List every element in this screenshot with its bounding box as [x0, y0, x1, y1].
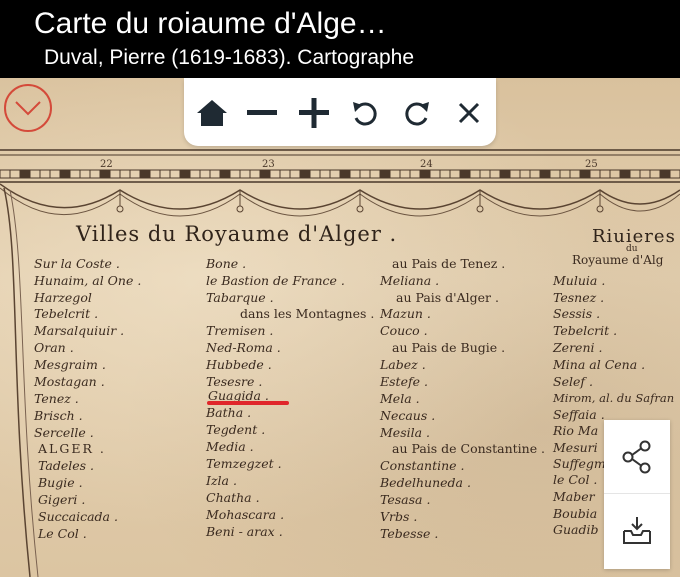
- list-item: Mazun .: [380, 306, 431, 321]
- search-match-underline: [207, 401, 289, 405]
- zoom-in-icon: [299, 98, 329, 128]
- share-button[interactable]: [604, 422, 670, 492]
- list-item: Le Col .: [38, 526, 87, 541]
- list-item: Mohascara .: [206, 507, 285, 522]
- list-item: Hubbede .: [206, 357, 272, 372]
- title-bar: Carte du roiaume d'Alge… Duval, Pierre (…: [0, 0, 680, 78]
- list-item: Estefe .: [380, 374, 428, 389]
- close-button[interactable]: [446, 90, 492, 136]
- list-item: Chatha .: [206, 490, 260, 505]
- list-item: Maber: [553, 489, 595, 504]
- scale-number: 24: [420, 159, 433, 170]
- list-item: Muluia .: [553, 273, 606, 288]
- list-item: Tadeles .: [38, 458, 94, 473]
- list-item: Marsalquiuir .: [34, 323, 125, 338]
- home-button[interactable]: [189, 90, 235, 136]
- list-item: au Pais de Tenez .: [392, 256, 506, 271]
- list-item: Necaus .: [380, 408, 436, 423]
- side-action-panel: [604, 420, 670, 569]
- list-item: Sur la Coste .: [34, 256, 120, 271]
- list-item: Meliana .: [380, 273, 440, 288]
- viewer-toolbar: [184, 78, 496, 146]
- list-item: au Pais de Bugie .: [392, 340, 506, 355]
- rotate-right-icon: [405, 102, 429, 126]
- document-title: Carte du roiaume d'Alge…: [34, 7, 387, 40]
- zoom-in-button[interactable]: [291, 90, 337, 136]
- list-item: Guadib: [553, 522, 599, 537]
- document-author: Duval, Pierre (1619-1683). Cartographe: [44, 46, 415, 69]
- list-item: Mela .: [380, 391, 420, 406]
- list-item: Tebesse .: [380, 526, 439, 541]
- list-item: Gigeri .: [38, 492, 86, 507]
- scale-number: 22: [100, 159, 113, 170]
- heading-villes: Villes du Royaume d'Alger .: [76, 222, 398, 246]
- list-item: Tegdent .: [206, 422, 266, 437]
- rotate-left-button[interactable]: [342, 90, 388, 136]
- list-item: Brisch .: [34, 408, 83, 423]
- list-item: ALGER .: [38, 441, 106, 456]
- list-item: Boubia: [553, 506, 598, 521]
- list-item: Oran .: [34, 340, 74, 355]
- collapse-header-button[interactable]: [4, 84, 52, 132]
- list-item: Constantine .: [380, 458, 465, 473]
- list-item: Tebelcrit .: [34, 306, 99, 321]
- list-item: Succaicada .: [38, 509, 118, 524]
- list-item: Beni - arax .: [206, 524, 283, 539]
- share-icon: [622, 440, 651, 474]
- list-item: dans les Montagnes .: [240, 306, 375, 321]
- list-item: Temzegzet .: [206, 456, 282, 471]
- list-item: au Pais de Constantine .: [392, 441, 546, 456]
- list-item: Zereni .: [553, 340, 603, 355]
- list-item: Tremisen .: [206, 323, 274, 338]
- list-item: Bone .: [206, 256, 247, 271]
- list-item: Mostagan .: [34, 374, 105, 389]
- list-item: Mirom, al. du Safran: [553, 391, 675, 405]
- list-item: Izla .: [206, 473, 237, 488]
- scale-number: 25: [585, 159, 598, 170]
- list-item: Tesnez .: [553, 290, 605, 305]
- side-panel-divider: [604, 493, 670, 494]
- list-item: Tesasa .: [380, 492, 431, 507]
- list-item: Ned-Roma .: [206, 340, 281, 355]
- download-icon: [623, 517, 651, 544]
- list-item: Media .: [206, 439, 254, 454]
- chevron-down-icon: [15, 101, 41, 116]
- zoom-out-button[interactable]: [239, 90, 285, 136]
- list-item: Selef .: [553, 374, 593, 389]
- scale-number: 23: [262, 159, 275, 170]
- list-item: Seffaia .: [553, 407, 605, 422]
- list-item: Hunaim, al One .: [34, 273, 142, 288]
- list-item: le Col .: [553, 472, 598, 487]
- download-button[interactable]: [604, 496, 670, 566]
- close-icon: [458, 102, 480, 124]
- list-item: le Bastion de France .: [206, 273, 345, 288]
- list-item: Sercelle .: [34, 425, 94, 440]
- list-item: Bedelhuneda .: [380, 475, 471, 490]
- list-item: Vrbs .: [380, 509, 418, 524]
- list-item: Bugie .: [38, 475, 83, 490]
- home-icon: [197, 100, 227, 126]
- list-item: Tenez .: [34, 391, 79, 406]
- list-item: Mesuri: [553, 440, 598, 455]
- list-item: Sessis .: [553, 306, 601, 321]
- list-item: Tabarque .: [206, 290, 274, 305]
- list-item: Labez .: [380, 357, 426, 372]
- list-item: Mesila .: [380, 425, 431, 440]
- heading-rivieres-royaume: Royaume d'Alg: [572, 253, 664, 267]
- rotate-left-icon: [353, 102, 377, 126]
- list-item: Suffegm: [553, 456, 606, 471]
- list-item: Mesgraim .: [34, 357, 106, 372]
- rotate-right-button[interactable]: [394, 90, 440, 136]
- list-item: Batha .: [206, 405, 252, 420]
- list-item: Mina al Cena .: [553, 357, 646, 372]
- zoom-out-icon: [247, 110, 277, 115]
- list-item: Couco .: [380, 323, 428, 338]
- list-item: Harzegol: [34, 290, 92, 305]
- list-item: au Pais d'Alger .: [396, 290, 499, 305]
- list-item: Rio Ma: [553, 423, 599, 438]
- list-item: Tebelcrit .: [553, 323, 618, 338]
